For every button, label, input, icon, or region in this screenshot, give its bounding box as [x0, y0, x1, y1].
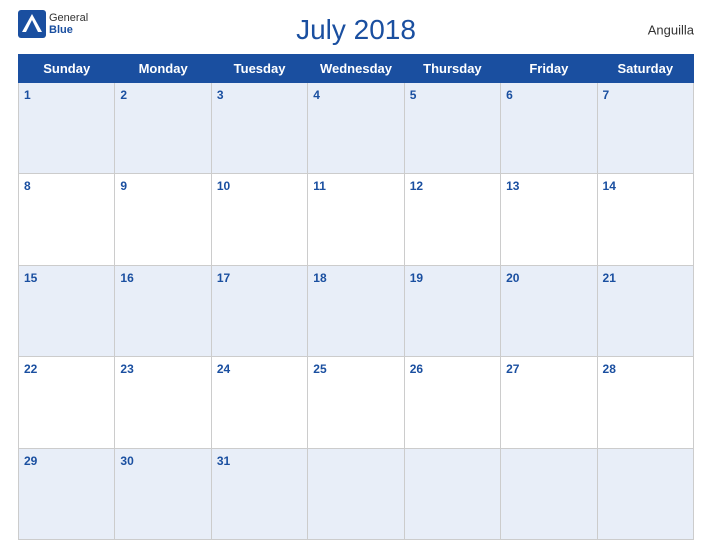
day-number: 22: [24, 362, 37, 376]
header-saturday: Saturday: [597, 55, 693, 83]
calendar-day-cell: 9: [115, 174, 211, 265]
calendar-day-cell: 2: [115, 83, 211, 174]
calendar-table: Sunday Monday Tuesday Wednesday Thursday…: [18, 54, 694, 540]
calendar-day-cell: 7: [597, 83, 693, 174]
calendar-day-cell: [308, 448, 404, 539]
calendar-week-row: 8 9 10 11 12 13 14: [19, 174, 694, 265]
calendar-day-cell: 5: [404, 83, 500, 174]
calendar-day-cell: 18: [308, 265, 404, 356]
day-number: 31: [217, 454, 230, 468]
day-number: 4: [313, 88, 320, 102]
day-number: 11: [313, 179, 326, 193]
day-number: 12: [410, 179, 423, 193]
day-number: 2: [120, 88, 127, 102]
calendar-day-cell: 28: [597, 357, 693, 448]
calendar-header: General Blue July 2018 Anguilla: [18, 10, 694, 50]
day-number: 17: [217, 271, 230, 285]
calendar-day-cell: 3: [211, 83, 307, 174]
calendar-day-cell: 29: [19, 448, 115, 539]
logo-blue-label: Blue: [49, 24, 88, 36]
calendar-day-cell: 23: [115, 357, 211, 448]
day-number: 3: [217, 88, 224, 102]
header-friday: Friday: [501, 55, 597, 83]
calendar-day-cell: 26: [404, 357, 500, 448]
day-number: 6: [506, 88, 513, 102]
calendar-week-row: 22 23 24 25 26 27 28: [19, 357, 694, 448]
calendar-day-cell: 17: [211, 265, 307, 356]
logo-text: General Blue: [49, 12, 88, 36]
header-wednesday: Wednesday: [308, 55, 404, 83]
calendar-day-cell: 24: [211, 357, 307, 448]
header-sunday: Sunday: [19, 55, 115, 83]
logo-general-label: General: [49, 12, 88, 24]
calendar-day-cell: 31: [211, 448, 307, 539]
calendar-title: July 2018: [296, 14, 416, 46]
calendar-day-cell: 25: [308, 357, 404, 448]
day-number: 24: [217, 362, 230, 376]
logo-area: General Blue: [18, 10, 88, 38]
calendar-day-cell: 19: [404, 265, 500, 356]
calendar-week-row: 1 2 3 4 5 6 7: [19, 83, 694, 174]
day-number: 1: [24, 88, 31, 102]
calendar-day-cell: 27: [501, 357, 597, 448]
day-number: 9: [120, 179, 127, 193]
header-tuesday: Tuesday: [211, 55, 307, 83]
day-number: 18: [313, 271, 326, 285]
day-number: 15: [24, 271, 37, 285]
header-thursday: Thursday: [404, 55, 500, 83]
calendar-day-cell: 10: [211, 174, 307, 265]
day-number: 13: [506, 179, 519, 193]
day-number: 8: [24, 179, 31, 193]
calendar-day-cell: 4: [308, 83, 404, 174]
day-number: 29: [24, 454, 37, 468]
header-monday: Monday: [115, 55, 211, 83]
calendar-day-cell: 8: [19, 174, 115, 265]
day-number: 25: [313, 362, 326, 376]
day-number: 16: [120, 271, 133, 285]
calendar-day-cell: 30: [115, 448, 211, 539]
day-number: 7: [603, 88, 610, 102]
calendar-day-cell: 20: [501, 265, 597, 356]
weekday-header-row: Sunday Monday Tuesday Wednesday Thursday…: [19, 55, 694, 83]
calendar-day-cell: [501, 448, 597, 539]
calendar-day-cell: 12: [404, 174, 500, 265]
calendar-day-cell: 11: [308, 174, 404, 265]
general-blue-logo-icon: [18, 10, 46, 38]
day-number: 30: [120, 454, 133, 468]
calendar-day-cell: 6: [501, 83, 597, 174]
day-number: 27: [506, 362, 519, 376]
calendar-week-row: 15 16 17 18 19 20 21: [19, 265, 694, 356]
region-label: Anguilla: [648, 23, 694, 38]
day-number: 26: [410, 362, 423, 376]
day-number: 23: [120, 362, 133, 376]
day-number: 21: [603, 271, 616, 285]
day-number: 5: [410, 88, 417, 102]
day-number: 28: [603, 362, 616, 376]
calendar-day-cell: [404, 448, 500, 539]
day-number: 19: [410, 271, 423, 285]
calendar-day-cell: 16: [115, 265, 211, 356]
calendar-day-cell: 1: [19, 83, 115, 174]
calendar-day-cell: [597, 448, 693, 539]
calendar-week-row: 29 30 31: [19, 448, 694, 539]
day-number: 10: [217, 179, 230, 193]
calendar-day-cell: 21: [597, 265, 693, 356]
calendar-day-cell: 22: [19, 357, 115, 448]
calendar-day-cell: 13: [501, 174, 597, 265]
day-number: 14: [603, 179, 616, 193]
calendar-wrapper: General Blue July 2018 Anguilla Sunday M…: [0, 0, 712, 550]
day-number: 20: [506, 271, 519, 285]
calendar-day-cell: 15: [19, 265, 115, 356]
calendar-day-cell: 14: [597, 174, 693, 265]
